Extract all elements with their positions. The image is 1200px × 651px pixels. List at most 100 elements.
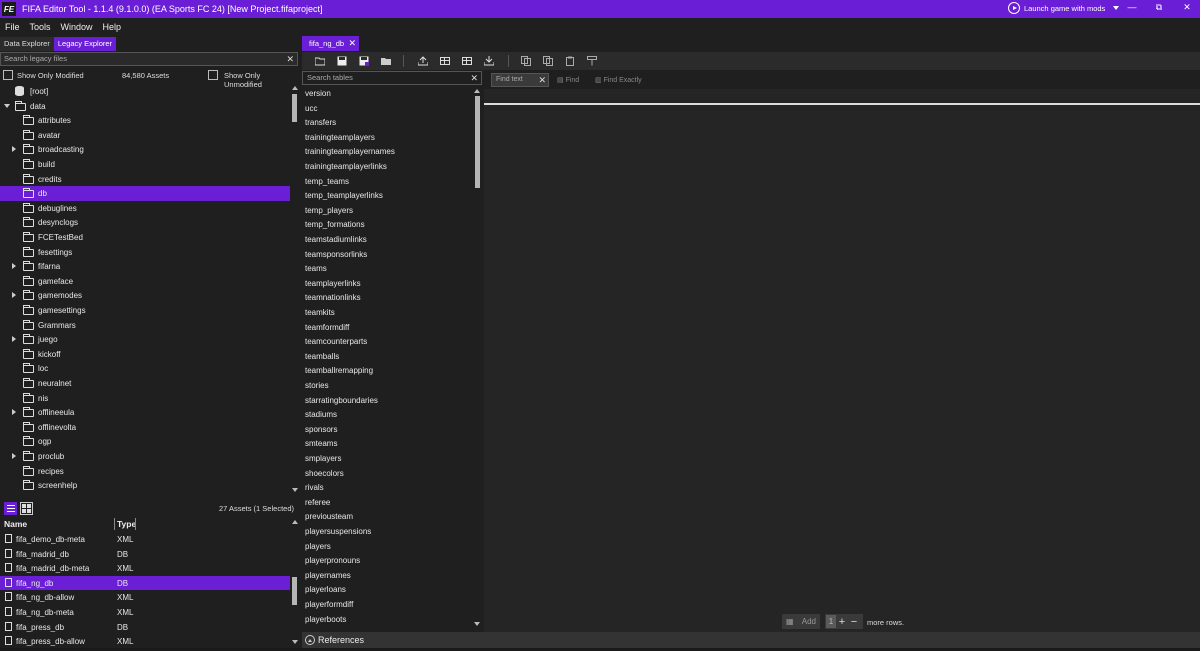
collapsed-arrow-icon[interactable] [12,292,16,299]
column-divider[interactable] [114,518,115,530]
grid-view-icon[interactable] [20,502,33,515]
add-row-button[interactable]: ▦ Add [782,614,820,629]
table-list-item[interactable]: playersuspensions [305,525,371,540]
tables-scrollbar[interactable] [473,87,481,630]
table-list-item[interactable]: referee [305,496,330,511]
table-list-item[interactable]: teamballremapping [305,364,373,379]
menu-window[interactable]: Window [56,22,98,32]
import-table-icon[interactable] [440,56,450,66]
clear-find-icon[interactable]: ✕ [538,74,546,86]
column-divider[interactable] [135,518,136,530]
tree-item[interactable]: offlinevolta [0,420,290,435]
launch-game-button[interactable]: Launch game with mods [1008,2,1120,14]
tree-item[interactable]: gameface [0,274,290,289]
table-list-item[interactable]: playerformdiff [305,598,353,613]
scroll-up-icon[interactable] [291,86,298,90]
tab-data-explorer[interactable]: Data Explorer [0,37,54,51]
tree-scrollbar[interactable] [291,84,298,496]
table-list-item[interactable]: trainingteamplayerlinks [305,160,387,175]
table-list-item[interactable]: ucc [305,102,317,117]
tree-item[interactable]: debuglines [0,201,290,216]
file-row[interactable]: fifa_ng_db DB [0,575,290,591]
table-list-item[interactable]: trainingteamplayernames [305,145,395,160]
tree-item[interactable]: fifarna [0,259,290,274]
table-list-item[interactable]: smplayers [305,452,341,467]
table-list-item[interactable]: teamstadiumlinks [305,233,367,248]
download-icon[interactable] [484,56,494,66]
file-row[interactable]: fifa_demo_db-meta XML [0,532,290,547]
table-list-item[interactable]: teamformdiff [305,321,349,336]
menu-help[interactable]: Help [98,22,127,32]
tree-item[interactable]: broadcasting [0,142,290,157]
tree-item[interactable]: offlineeula [0,405,290,420]
scroll-thumb[interactable] [292,94,297,122]
find-button[interactable]: ▤ Find [557,76,579,84]
file-list-scrollbar[interactable] [291,517,298,648]
tree-item[interactable]: nis [0,391,290,406]
close-button[interactable]: ✕ [1180,2,1194,13]
tree-item[interactable]: data [0,99,290,114]
export-icon[interactable] [418,56,428,66]
table-grid[interactable]: ▦ Add 1 + − more rows. [484,89,1200,632]
copy-icon[interactable] [521,56,531,66]
chevron-down-icon[interactable] [1113,6,1120,10]
file-row[interactable]: fifa_ng_db-allow XML [0,590,290,605]
minus-icon[interactable]: − [848,616,860,628]
scroll-down-icon[interactable] [291,640,298,644]
table-list-item[interactable]: temp_teams [305,175,349,190]
scroll-thumb[interactable] [474,96,480,188]
tree-item[interactable]: ogp [0,434,290,449]
tab-fifa-ng-db[interactable]: fifa_ng_db ✕ [302,36,359,51]
plus-icon[interactable]: + [836,616,848,628]
tree-item[interactable]: avatar [0,128,290,143]
table-list-item[interactable]: starratingboundaries [305,394,378,409]
tree-item[interactable]: neuralnet [0,376,290,391]
paste-icon[interactable] [565,56,575,66]
collapsed-arrow-icon[interactable] [12,263,16,270]
table-list-item[interactable]: version [305,87,331,102]
tree-item[interactable]: credits [0,172,290,187]
table-list-item[interactable]: playerpronouns [305,554,360,569]
tree-item[interactable]: attributes [0,113,290,128]
tree-item[interactable]: recipes [0,464,290,479]
table-list-item[interactable]: teamballs [305,350,339,365]
legacy-search-input[interactable]: Search legacy files ✕ [0,52,298,66]
table-list-item[interactable]: sponsors [305,423,337,438]
file-row[interactable]: fifa_madrid_db-meta XML [0,561,290,576]
folder-icon[interactable] [381,56,391,66]
clear-search-icon[interactable]: ✕ [470,72,478,84]
table-list-item[interactable]: transfers [305,116,336,131]
tree-item[interactable]: build [0,157,290,172]
menu-file[interactable]: File [0,22,25,32]
table-list-item[interactable]: rivals [305,481,324,496]
collapsed-arrow-icon[interactable] [12,453,16,459]
save-all-icon[interactable] [359,56,369,66]
table-list-item[interactable]: teamnationlinks [305,291,361,306]
table-list-item[interactable]: trainingteamplayers [305,131,375,146]
table-list-item[interactable]: teams [305,262,327,277]
table-list-item[interactable]: shoecolors [305,467,344,482]
table-list-item[interactable]: players [305,540,331,555]
minimize-button[interactable]: — [1125,2,1139,12]
table-list-item[interactable]: temp_teamplayerlinks [305,189,383,204]
save-icon[interactable] [337,56,347,66]
tree-item[interactable]: Grammars [0,318,290,333]
scroll-up-icon[interactable] [291,520,298,524]
show-only-modified-checkbox[interactable] [3,70,13,80]
tree-item[interactable]: fesettings [0,245,290,260]
expanded-arrow-icon[interactable] [4,103,10,108]
show-only-unmodified-checkbox[interactable] [208,70,218,80]
rows-value[interactable]: 1 [826,615,836,628]
duplicate-icon[interactable] [543,56,553,66]
tree-item[interactable]: db [0,186,290,201]
find-exactly-button[interactable]: ▥ Find Exactly [595,76,642,84]
tree-item[interactable]: juego [0,332,290,347]
tree-item[interactable]: kickoff [0,347,290,362]
tab-legacy-explorer[interactable]: Legacy Explorer [53,37,117,51]
tree-item[interactable]: [root] [0,84,290,99]
tree-item[interactable]: desynclogs [0,215,290,230]
tables-search-input[interactable]: Search tables ✕ [302,71,482,85]
tree-item[interactable]: gamesettings [0,303,290,318]
format-painter-icon[interactable] [587,56,597,66]
list-view-icon[interactable] [4,502,17,515]
